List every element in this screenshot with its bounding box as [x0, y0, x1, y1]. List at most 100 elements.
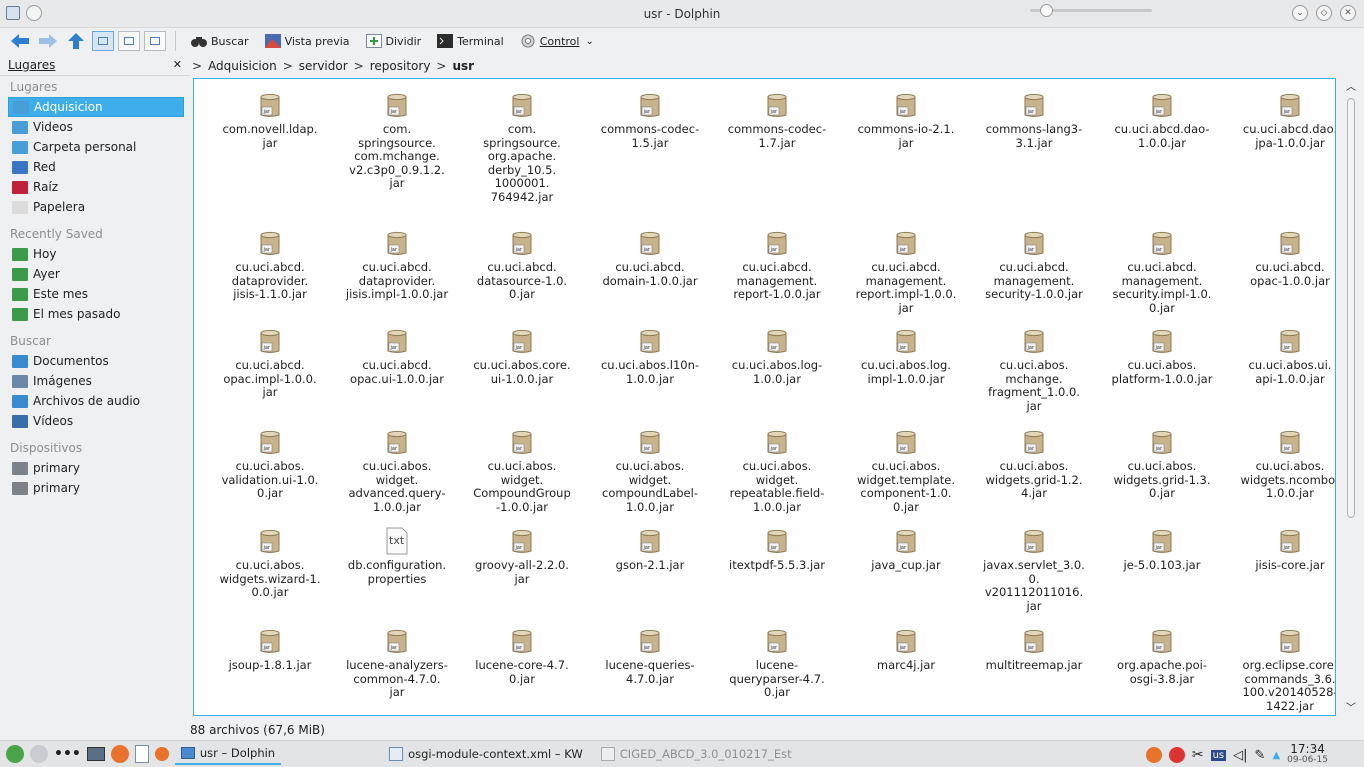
sidebar-buscar-item[interactable]: Archivos de audio	[0, 391, 184, 411]
tray-expand-icon[interactable]: ▲	[1272, 750, 1280, 761]
file-item[interactable]: jar com. springsource. org.apache. derby_…	[460, 91, 584, 204]
file-item[interactable]: jar cu.uci.abcd. dataprovider. jisis.impl…	[335, 229, 459, 302]
file-item[interactable]: jar itextpdf-5.5.3.jar	[715, 527, 839, 573]
file-item[interactable]: jar cu.uci.abos. widget. compoundLabel- 1…	[588, 428, 712, 514]
breadcrumb-separator[interactable]: >	[436, 59, 446, 73]
keep-above-icon[interactable]	[26, 5, 42, 21]
back-button[interactable]	[8, 30, 32, 52]
breadcrumb-item-servidor[interactable]: servidor	[299, 59, 348, 73]
desktop-icon[interactable]	[86, 747, 105, 761]
breadcrumb-item-adquisicion[interactable]: Adquisicion	[208, 59, 277, 73]
breadcrumb-separator[interactable]: >	[283, 59, 293, 73]
file-item[interactable]: jar lucene-queries- 4.7.0.jar	[588, 627, 712, 686]
file-item[interactable]: jar marc4j.jar	[844, 627, 968, 673]
file-item[interactable]: jar cu.uci.abcd. management. security-1.0…	[972, 229, 1096, 302]
firefox-icon[interactable]	[110, 745, 129, 763]
file-view-scrollbar[interactable]: ︿ ﹀	[1344, 78, 1358, 714]
file-item[interactable]: jar cu.uci.abcd. opac-1.0.0.jar	[1228, 229, 1335, 288]
firefox-task-icon[interactable]	[154, 747, 169, 761]
sidebar-buscar-item[interactable]: Vídeos	[0, 411, 184, 431]
file-item[interactable]: jar org.apache.poi- osgi-3.8.jar	[1100, 627, 1224, 686]
file-item[interactable]: jar cu.uci.abcd. opac.ui-1.0.0.jar	[335, 327, 459, 386]
preview-button[interactable]: Vista previa	[259, 30, 356, 52]
file-item[interactable]: txt db.configuration. properties	[335, 527, 459, 586]
file-item[interactable]: jar cu.uci.abos. platform-1.0.0.jar	[1100, 327, 1224, 386]
package-update-icon[interactable]	[1168, 747, 1185, 763]
sidebar-device-item[interactable]: primary	[0, 458, 184, 478]
file-item[interactable]: jar jsoup-1.8.1.jar	[208, 627, 332, 673]
sidebar-lugares-item[interactable]: Red	[0, 157, 184, 177]
task-kwrite[interactable]: osgi-module-context.xml – KW	[383, 743, 589, 765]
sidebar-buscar-item[interactable]: Documentos	[0, 351, 184, 371]
sidebar-lugares-item[interactable]: Adquisicion	[8, 97, 184, 117]
file-item[interactable]: jar cu.uci.abcd. domain-1.0.0.jar	[588, 229, 712, 288]
control-menu-button[interactable]: Control ⌄	[514, 30, 600, 52]
file-item[interactable]: jar javax.servlet_3.0. 0. v201112011016. …	[972, 527, 1096, 613]
details-view-button[interactable]	[144, 31, 166, 51]
file-item[interactable]: jar cu.uci.abos. mchange. fragment_1.0.0.…	[972, 327, 1096, 413]
sidebar-recent-item[interactable]: Hoy	[0, 244, 184, 264]
file-item[interactable]: jar lucene-analyzers- common-4.7.0. jar	[335, 627, 459, 700]
scroll-down-icon[interactable]: ﹀	[1346, 699, 1356, 714]
settings-icon[interactable]	[30, 745, 48, 763]
file-item[interactable]: jar groovy-all-2.2.0. jar	[460, 527, 584, 586]
file-item[interactable]: jar cu.uci.abos. widgets.ncombo- 1.0.0.ja…	[1228, 428, 1335, 501]
window-menu-icon[interactable]	[6, 6, 20, 20]
file-item[interactable]: jar cu.uci.abos.log. impl-1.0.0.jar	[844, 327, 968, 386]
task-dolphin[interactable]: usr – Dolphin	[174, 743, 282, 765]
file-item[interactable]: jar java_cup.jar	[844, 527, 968, 573]
split-button[interactable]: Dividir	[360, 30, 428, 52]
pen-icon[interactable]: ✎	[1255, 748, 1266, 763]
file-item[interactable]: jar cu.uci.abos. widget.template. compone…	[844, 428, 968, 514]
file-item[interactable]: jar commons-codec- 1.5.jar	[588, 91, 712, 150]
file-item[interactable]: jar je-5.0.103.jar	[1100, 527, 1224, 573]
file-item[interactable]: jar cu.uci.abos. validation.ui-1.0. 0.jar	[208, 428, 332, 501]
file-item[interactable]: jar commons-lang3- 3.1.jar	[972, 91, 1096, 150]
file-item[interactable]: jar cu.uci.abcd.dao- 1.0.0.jar	[1100, 91, 1224, 150]
firefox-tray-icon[interactable]	[1145, 747, 1162, 763]
zoom-slider-handle[interactable]	[1040, 4, 1053, 17]
file-item[interactable]: jar commons-io-2.1. jar	[844, 91, 968, 150]
file-item[interactable]: jar cu.uci.abos. widgets.grid-1.3. 0.jar	[1100, 428, 1224, 501]
sidebar-lugares-item[interactable]: Carpeta personal	[0, 137, 184, 157]
file-view[interactable]: jar com.novell.ldap. jar jar com. springsou…	[193, 78, 1336, 716]
scroll-up-icon[interactable]: ︿	[1346, 78, 1356, 93]
file-item[interactable]: jar cu.uci.abos.log- 1.0.0.jar	[715, 327, 839, 386]
close-button[interactable]: ✕	[1340, 5, 1356, 21]
close-panel-icon[interactable]: ✕	[173, 58, 182, 71]
file-item[interactable]: jar cu.uci.abos. widget. CompoundGroup -1…	[460, 428, 584, 514]
more-apps-icon[interactable]: •••	[54, 746, 81, 762]
terminal-button[interactable]: Terminal	[431, 30, 510, 52]
file-item[interactable]: jar cu.uci.abcd. management. report.impl-…	[844, 229, 968, 315]
file-item[interactable]: jar cu.uci.abcd. opac.impl-1.0.0. jar	[208, 327, 332, 400]
file-item[interactable]: jar cu.uci.abcd. management. security.imp…	[1100, 229, 1224, 315]
file-item[interactable]: jar cu.uci.abos.ui. api-1.0.0.jar	[1228, 327, 1335, 386]
file-item[interactable]: jar cu.uci.abos. widget. repeatable.field…	[715, 428, 839, 514]
sidebar-recent-item[interactable]: El mes pasado	[0, 304, 184, 324]
file-item[interactable]: jar cu.uci.abcd.dao. jpa-1.0.0.jar	[1228, 91, 1335, 150]
file-item[interactable]: jar lucene-core-4.7. 0.jar	[460, 627, 584, 686]
file-item[interactable]: jar cu.uci.abos. widget. advanced.query- …	[335, 428, 459, 514]
file-item[interactable]: jar cu.uci.abcd. management. report-1.0.0…	[715, 229, 839, 302]
file-item[interactable]: jar gson-2.1.jar	[588, 527, 712, 573]
breadcrumb-separator[interactable]: >	[354, 59, 364, 73]
sidebar-buscar-item[interactable]: Imágenes	[0, 371, 184, 391]
forward-button[interactable]	[36, 30, 60, 52]
file-item[interactable]: jar jisis-core.jar	[1228, 527, 1335, 573]
breadcrumb-root-arrow[interactable]: >	[192, 59, 202, 73]
volume-icon[interactable]: ◁|	[1233, 748, 1247, 763]
minimize-button[interactable]: ⌄	[1292, 5, 1308, 21]
file-item[interactable]: jar com.novell.ldap. jar	[208, 91, 332, 150]
file-item[interactable]: jar org.eclipse.core. commands_3.6. 100.v…	[1228, 627, 1335, 713]
search-button[interactable]: Buscar	[185, 30, 255, 52]
icons-view-button[interactable]	[92, 31, 114, 51]
text-editor-icon[interactable]	[134, 745, 149, 763]
up-button[interactable]	[64, 30, 88, 52]
scrollbar-thumb[interactable]	[1347, 98, 1355, 518]
app-launcher-icon[interactable]	[6, 745, 24, 763]
file-item[interactable]: jar com. springsource. com.mchange. v2.c3…	[335, 91, 459, 191]
sidebar-recent-item[interactable]: Este mes	[0, 284, 184, 304]
file-item[interactable]: jar cu.uci.abos.l10n- 1.0.0.jar	[588, 327, 712, 386]
clock[interactable]: 17:34 09-06-15	[1287, 743, 1328, 766]
file-item[interactable]: jar cu.uci.abcd. datasource-1.0. 0.jar	[460, 229, 584, 302]
